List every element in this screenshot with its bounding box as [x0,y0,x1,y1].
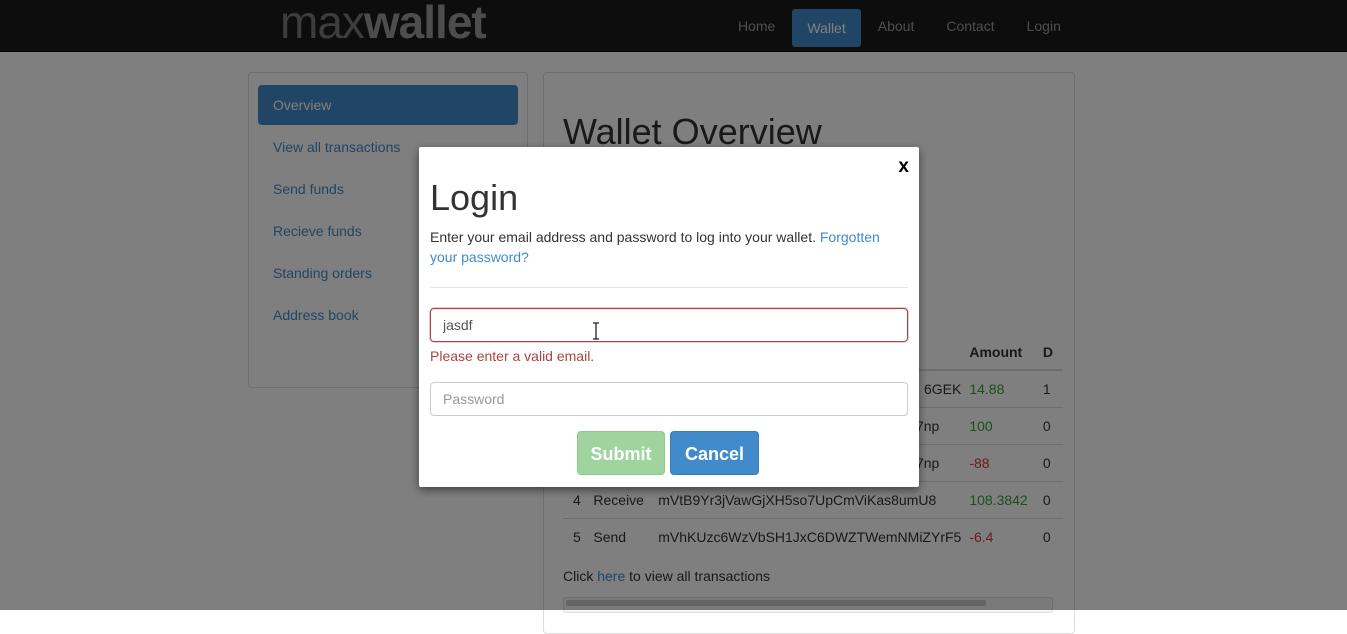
text-cursor-icon [593,322,599,340]
email-field[interactable] [430,308,908,342]
password-field[interactable] [430,382,908,416]
login-modal: x Login Enter your email address and pas… [419,147,919,487]
divider [430,287,908,288]
modal-description: Enter your email address and password to… [430,229,880,265]
close-icon[interactable]: x [898,156,909,178]
cancel-button[interactable]: Cancel [670,431,759,475]
modal-title: Login [430,177,519,218]
email-error-message: Please enter a valid email. [430,348,595,364]
submit-button[interactable]: Submit [577,431,665,475]
